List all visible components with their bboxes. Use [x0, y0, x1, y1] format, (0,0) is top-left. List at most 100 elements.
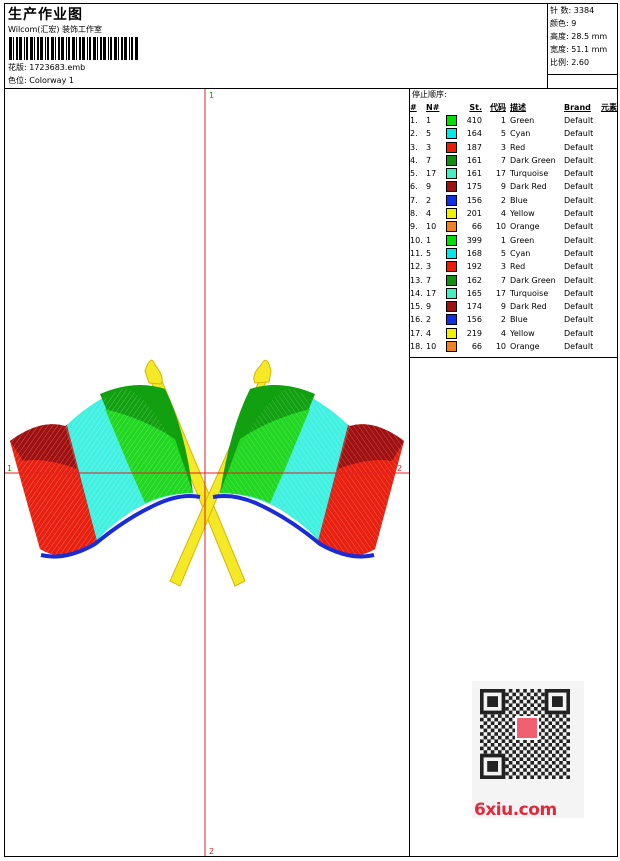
cell-description: Dark Red	[510, 182, 547, 192]
color-swatch	[446, 194, 460, 207]
color-swatch-box	[446, 287, 457, 299]
cell-index: 7.	[410, 195, 418, 205]
cell-brand: Default	[564, 315, 594, 325]
cell-brand: Default	[564, 182, 594, 192]
embroidery-preview: 1 1 2 2	[5, 89, 409, 856]
cell-description: Blue	[510, 315, 528, 325]
cell-brand: Default	[564, 275, 594, 285]
cell-element	[600, 314, 617, 327]
cell-element	[600, 207, 617, 220]
axis-label-right: 2	[397, 464, 402, 473]
color-swatch	[446, 221, 460, 234]
color-swatch	[446, 287, 460, 300]
axis-label-top: 1	[209, 91, 214, 100]
flag-left	[10, 385, 201, 559]
cell-element	[600, 247, 617, 260]
axis-label-bottom: 2	[209, 847, 214, 856]
stop-sequence-title: 停止顺序:	[412, 90, 447, 99]
cell-code: 1	[500, 115, 506, 125]
stat-scale: 比例: 2.60	[550, 58, 590, 67]
table-row: 7. 2 156 2 Blue Default	[410, 194, 617, 207]
cell-brand: Default	[564, 209, 594, 219]
cell-element	[600, 114, 617, 127]
col-brand: Brand	[564, 102, 591, 112]
cell-index: 13.	[410, 275, 423, 285]
cell-description: Orange	[510, 222, 540, 232]
color-swatch	[446, 340, 460, 353]
cell-description: Blue	[510, 195, 528, 205]
cell-stitches: 161	[466, 169, 482, 179]
color-swatch-box	[446, 168, 457, 180]
color-swatch	[446, 261, 460, 274]
cell-stitches: 399	[466, 235, 482, 245]
table-row: 14. 17 165 17 Turquoise Default	[410, 287, 617, 300]
cell-brand: Default	[564, 222, 594, 232]
cell-code: 5	[500, 248, 506, 258]
cell-code: 3	[500, 142, 506, 152]
color-swatch-box	[446, 274, 457, 286]
barcode	[9, 37, 138, 60]
cell-needle: 10	[426, 222, 437, 232]
col-swatch	[446, 101, 460, 114]
table-row: 8. 4 201 4 Yellow Default	[410, 207, 617, 220]
color-swatch	[446, 314, 460, 327]
qr-code	[472, 681, 584, 818]
cell-code: 4	[500, 328, 506, 338]
cell-brand: Default	[564, 115, 594, 125]
stop-sequence-table: # N# St. 代码 描述 Brand 元素 1. 1 410 1 Green Defa…	[410, 101, 617, 354]
cell-brand: Default	[564, 235, 594, 245]
cell-index: 17.	[410, 328, 423, 338]
cell-description: Cyan	[510, 248, 531, 258]
table-row: 2. 5 164 5 Cyan Default	[410, 128, 617, 141]
company-name: Wilcom(汇宏) 装饰工作室	[8, 25, 103, 34]
cell-needle: 5	[426, 129, 432, 139]
cell-element	[600, 327, 617, 340]
cell-element	[600, 274, 617, 287]
table-row: 10. 1 399 1 Green Default	[410, 234, 617, 247]
color-swatch	[446, 141, 460, 154]
color-swatch-box	[446, 261, 457, 273]
cell-stitches: 201	[466, 209, 482, 219]
cell-index: 15.	[410, 302, 423, 312]
design-stats: 针 数: 3384 颜色: 9 高度: 28.5 mm 宽度: 51.1 mm …	[548, 4, 617, 74]
cell-description: Dark Red	[510, 302, 547, 312]
color-swatch-box	[446, 247, 457, 259]
colorway-label: 色位:	[8, 76, 27, 85]
cell-needle: 4	[426, 209, 432, 219]
sheet-title: 生产作业图	[8, 7, 83, 23]
table-row: 13. 7 162 7 Dark Green Default	[410, 274, 617, 287]
stat-height: 高度: 28.5 mm	[550, 32, 608, 41]
cell-needle: 9	[426, 302, 432, 312]
table-header: # N# St. 代码 描述 Brand 元素	[410, 101, 617, 114]
cell-stitches: 187	[466, 142, 482, 152]
stat-stitches: 针 数: 3384	[550, 6, 595, 15]
cell-needle: 5	[426, 248, 432, 258]
cell-element	[600, 261, 617, 274]
col-needle: N#	[426, 102, 440, 112]
table-row: 3. 3 187 3 Red Default	[410, 141, 617, 154]
table-row: 12. 3 192 3 Red Default	[410, 261, 617, 274]
cell-code: 5	[500, 129, 506, 139]
header-info: 生产作业图 Wilcom(汇宏) 装饰工作室 花版: 1723683.emb 色…	[5, 4, 548, 88]
color-swatch	[446, 167, 460, 180]
cell-stitches: 161	[466, 155, 482, 165]
cell-brand: Default	[564, 142, 594, 152]
cell-stitches: 156	[466, 195, 482, 205]
cell-needle: 17	[426, 288, 437, 298]
watermark-site: 6xiu.com	[474, 800, 557, 820]
stop-sequence-panel: 停止顺序: # N# St. 代码 描述 Brand 元素 1. 1 410 1 Gre…	[410, 89, 617, 856]
design-file-name: 1723683.emb	[29, 63, 86, 72]
cell-brand: Default	[564, 195, 594, 205]
cell-needle: 9	[426, 182, 432, 192]
cell-index: 1.	[410, 115, 418, 125]
cell-stitches: 168	[466, 248, 482, 258]
cell-index: 14.	[410, 288, 423, 298]
table-row: 11. 5 168 5 Cyan Default	[410, 247, 617, 260]
color-swatch-box	[446, 208, 457, 220]
color-swatch	[446, 234, 460, 247]
cell-index: 8.	[410, 209, 418, 219]
cell-needle: 1	[426, 235, 432, 245]
cell-code: 9	[500, 302, 506, 312]
cell-code: 2	[500, 195, 506, 205]
cell-needle: 1	[426, 115, 432, 125]
